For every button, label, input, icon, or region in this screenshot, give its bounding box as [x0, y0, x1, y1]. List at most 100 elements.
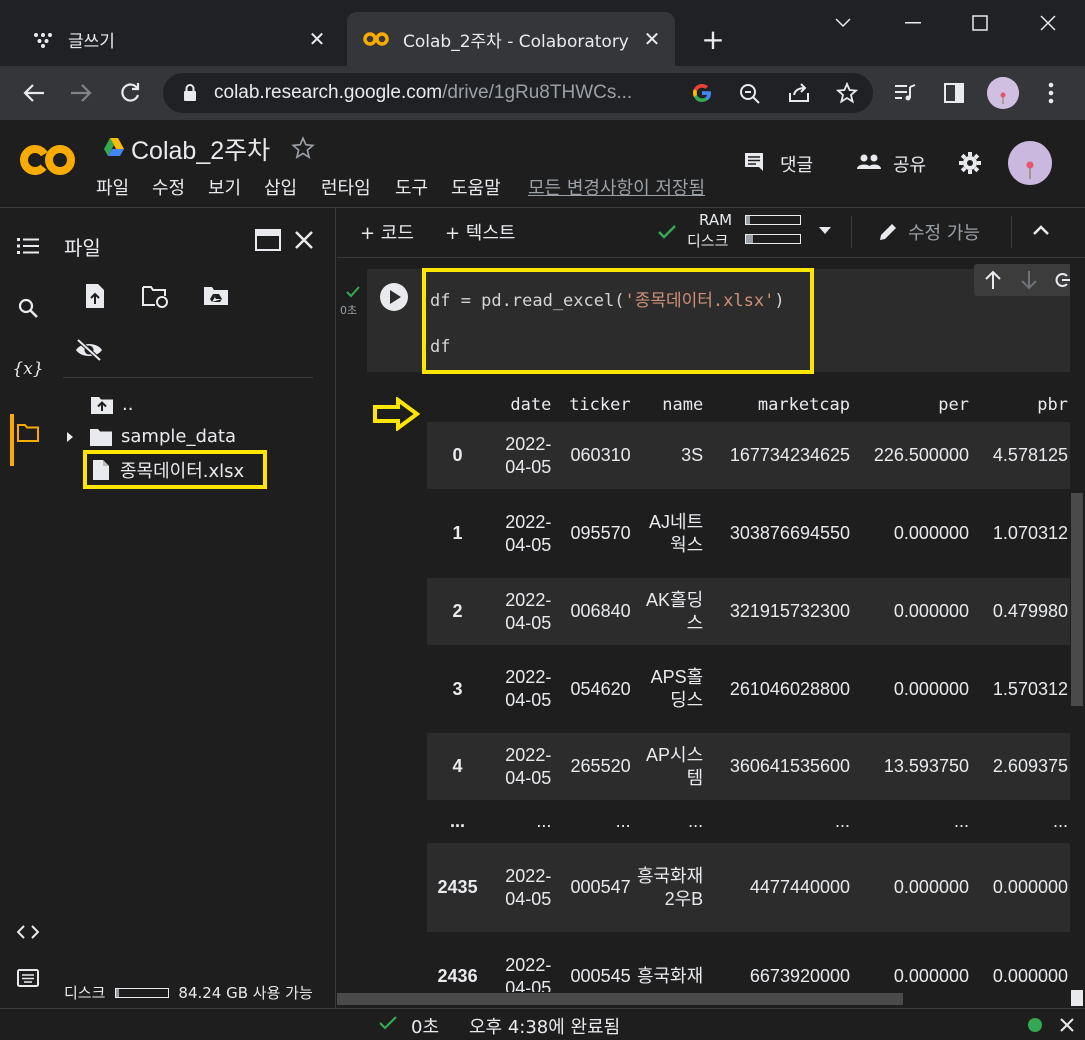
- folder-item-sample-data[interactable]: sample_data: [65, 426, 236, 447]
- tab-close-icon[interactable]: ✕: [304, 26, 330, 52]
- menu-edit[interactable]: 수정: [152, 174, 185, 200]
- link-icon[interactable]: [1054, 272, 1070, 288]
- column-header: per: [938, 395, 969, 415]
- cell-per: 0.000000: [893, 678, 969, 699]
- star-notebook-icon[interactable]: [291, 136, 315, 160]
- files-folder-icon[interactable]: [13, 418, 43, 448]
- expand-chevron-icon[interactable]: [65, 431, 75, 443]
- code-token: ): [774, 291, 785, 311]
- tab-search-icon[interactable]: [823, 8, 863, 38]
- menu-insert[interactable]: 삽입: [264, 174, 297, 200]
- comment-button[interactable]: 댓글: [780, 151, 813, 177]
- table-row: 2436 2022-04-05 000545 흥국화재 6673920000 0…: [427, 932, 1070, 993]
- file-item-xlsx[interactable]: 종목데이터.xlsx: [92, 457, 244, 483]
- share-page-icon[interactable]: [788, 83, 810, 103]
- menu-file[interactable]: 파일: [96, 174, 129, 200]
- horizontal-scroll-thumb[interactable]: [337, 993, 903, 1005]
- file-name: sample_data: [121, 426, 236, 447]
- more-menu-icon[interactable]: [1034, 76, 1068, 110]
- collapse-chevron-icon[interactable]: [1032, 224, 1050, 236]
- tab-title: 글쓰기: [68, 31, 115, 52]
- forward-arrow-icon[interactable]: [64, 76, 98, 110]
- notebook-title[interactable]: Colab_2주차: [131, 131, 270, 167]
- profile-avatar[interactable]: [986, 76, 1020, 110]
- share-people-icon[interactable]: [856, 154, 882, 170]
- zoom-icon[interactable]: [739, 83, 761, 105]
- bookmark-star-icon[interactable]: [836, 82, 858, 104]
- command-palette-icon[interactable]: [13, 963, 43, 993]
- address-bar[interactable]: colab.research.google.com/drive/1gRu8THW…: [163, 73, 873, 113]
- move-up-icon[interactable]: [984, 270, 1002, 290]
- tab-colab[interactable]: Colab_2주차 - Colaboratory ✕: [347, 12, 675, 66]
- search-icon[interactable]: [13, 293, 43, 323]
- side-panel-icon[interactable]: [937, 76, 971, 110]
- account-avatar[interactable]: [1008, 141, 1052, 185]
- code-line[interactable]: df = pd.read_excel('종목데이터.xlsx'): [430, 286, 785, 311]
- media-control-icon[interactable]: [888, 76, 922, 110]
- code-line[interactable]: df: [430, 337, 450, 357]
- minimize-icon[interactable]: [893, 8, 933, 38]
- saved-status-link[interactable]: 모든 변경사항이 저장됨: [528, 174, 722, 200]
- settings-gear-icon[interactable]: [958, 151, 982, 175]
- table-row-ellipsis: ... ... ... ... ... ... ...: [427, 800, 1070, 843]
- new-tab-icon[interactable]: +: [698, 23, 728, 56]
- menu-view[interactable]: 보기: [208, 174, 241, 200]
- resource-monitor[interactable]: RAM 디스크: [685, 211, 803, 251]
- colab-logo-icon[interactable]: [20, 140, 76, 180]
- vertical-scroll-thumb[interactable]: [1071, 493, 1083, 706]
- menu-tools[interactable]: 도구: [395, 174, 428, 200]
- connected-check-icon: [657, 224, 677, 240]
- column-header: name: [662, 395, 704, 415]
- google-drive-icon[interactable]: [103, 137, 125, 157]
- cell-pbr: ...: [1052, 811, 1068, 831]
- back-arrow-icon[interactable]: [17, 76, 51, 110]
- dots-favicon-icon: [32, 28, 54, 50]
- comment-icon[interactable]: [743, 151, 765, 173]
- run-cell-icon[interactable]: [379, 282, 409, 312]
- variables-icon[interactable]: {x}: [12, 354, 43, 384]
- index-header: [427, 388, 488, 422]
- code-snippets-icon[interactable]: [13, 917, 43, 947]
- resource-dropdown-icon[interactable]: [819, 227, 831, 235]
- mount-drive-icon[interactable]: [200, 280, 232, 312]
- cell-ticker: 000547: [570, 877, 631, 897]
- maximize-icon[interactable]: [960, 8, 1000, 38]
- files-panel-title: 파일: [64, 236, 101, 260]
- close-window-icon[interactable]: [1028, 8, 1068, 38]
- add-text-button[interactable]: + 텍스트: [445, 219, 515, 245]
- disk-usage-bar: [115, 987, 170, 998]
- reload-icon[interactable]: [113, 76, 147, 110]
- move-down-icon[interactable]: [1020, 270, 1038, 290]
- google-icon[interactable]: [690, 81, 714, 105]
- cell-name: APS홀딩스: [650, 667, 704, 710]
- disk-usage-fill: [116, 988, 119, 997]
- ram-bar: [745, 215, 801, 225]
- cell-date: 2022-04-05: [505, 744, 552, 788]
- side-rail: {x}: [0, 208, 55, 1008]
- disk-available: 84.24 GB 사용 가능: [178, 984, 313, 1002]
- divider: [63, 377, 313, 378]
- cell-date: 2022-04-05: [505, 589, 552, 633]
- share-button[interactable]: 공유: [893, 151, 926, 177]
- hide-files-icon[interactable]: [73, 334, 105, 366]
- exec-success-check-icon: [346, 286, 360, 298]
- menu-help[interactable]: 도움말: [451, 174, 501, 200]
- refresh-folder-icon[interactable]: [139, 280, 171, 312]
- tab-title: Colab_2주차 - Colaboratory: [403, 31, 629, 52]
- close-status-icon[interactable]: [1060, 1018, 1074, 1032]
- cell-per: 0.000000: [893, 877, 969, 897]
- edit-mode-button[interactable]: 수정 가능: [908, 219, 980, 245]
- row-index: 2435: [437, 877, 478, 897]
- close-panel-icon[interactable]: [288, 224, 320, 256]
- parent-folder-item[interactable]: ..: [90, 394, 133, 415]
- menu-runtime[interactable]: 런타임: [321, 174, 371, 200]
- tab-close-icon[interactable]: ✕: [639, 26, 665, 52]
- add-code-button[interactable]: + 코드: [360, 219, 414, 245]
- upload-file-icon[interactable]: [79, 280, 111, 312]
- scroll-corner: [1071, 990, 1083, 1006]
- cell-pbr: 0.000000: [992, 877, 1068, 897]
- tab-writing[interactable]: 글쓰기 ✕: [18, 12, 340, 66]
- open-in-tab-icon[interactable]: [252, 224, 284, 256]
- table-of-contents-icon[interactable]: [13, 231, 43, 261]
- column-header: marketcap: [757, 395, 851, 415]
